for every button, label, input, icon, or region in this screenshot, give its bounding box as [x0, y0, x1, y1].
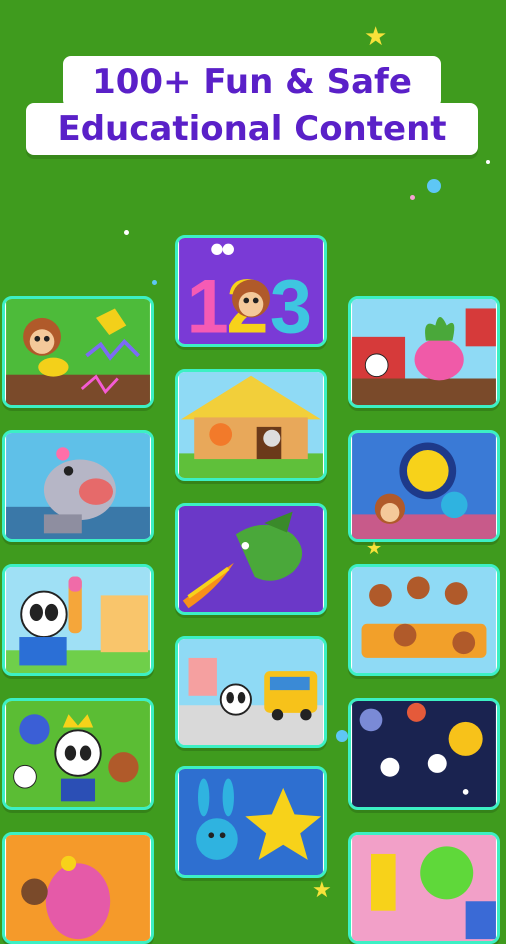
sparkle-dot — [336, 730, 348, 742]
school-bus-thumbnail — [179, 639, 323, 745]
five-monkeys-bed-card[interactable] — [348, 564, 500, 676]
hippo-card[interactable] — [2, 430, 154, 542]
twinkle-star-card[interactable] — [175, 766, 327, 878]
colorful-shapes-thumbnail — [352, 835, 496, 941]
colorful-shapes-card[interactable] — [348, 832, 500, 944]
elephant-thumbnail — [6, 835, 150, 941]
numbers-123-card[interactable]: 1 2 3 — [175, 235, 327, 347]
svg-text:1: 1 — [187, 265, 229, 344]
monkey-dino-thumbnail — [6, 299, 150, 405]
moon-room-thumbnail — [352, 433, 496, 539]
five-monkeys-bed-thumbnail — [352, 567, 496, 673]
headline: 100+ Fun & Safe Educational Content — [0, 0, 506, 190]
panda-icecream-thumbnail — [6, 567, 150, 673]
headline-line-1: 100+ Fun & Safe — [63, 56, 441, 108]
twinkle-star-thumbnail — [179, 769, 323, 875]
numbers-123-thumbnail: 1 2 3 — [179, 238, 323, 344]
panda-king-card[interactable] — [2, 698, 154, 810]
svg-text:3: 3 — [270, 265, 312, 344]
farm-turnip-thumbnail — [352, 299, 496, 405]
sparkle-dot — [410, 195, 415, 200]
panda-king-thumbnail — [6, 701, 150, 807]
straw-house-card[interactable] — [175, 369, 327, 481]
hippo-thumbnail — [6, 433, 150, 539]
dragon-thumbnail — [179, 506, 323, 612]
monkey-dino-card[interactable] — [2, 296, 154, 408]
straw-house-thumbnail — [179, 372, 323, 478]
space-planets-card[interactable] — [348, 698, 500, 810]
star-icon: ★ — [366, 538, 383, 559]
elephant-card[interactable] — [2, 832, 154, 944]
space-planets-thumbnail — [352, 701, 496, 807]
dragon-card[interactable] — [175, 503, 327, 615]
school-bus-card[interactable] — [175, 636, 327, 748]
headline-line-2: Educational Content — [26, 103, 478, 155]
moon-room-card[interactable] — [348, 430, 500, 542]
sparkle-dot — [152, 280, 157, 285]
sparkle-dot — [124, 230, 129, 235]
farm-turnip-card[interactable] — [348, 296, 500, 408]
panda-icecream-card[interactable] — [2, 564, 154, 676]
star-icon: ★ — [312, 878, 332, 903]
